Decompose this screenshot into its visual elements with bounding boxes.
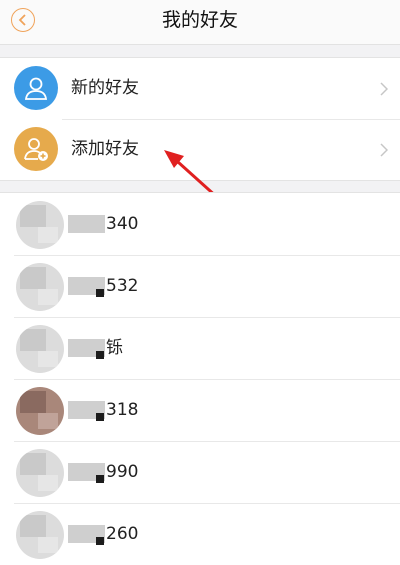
friend-row[interactable]: 990 — [0, 441, 400, 503]
redacted-name — [68, 215, 105, 233]
friend-name: 铄 — [106, 338, 123, 358]
new-friends-row[interactable]: 新的好友 — [0, 58, 400, 119]
user-icon — [14, 66, 58, 110]
friend-row[interactable]: 532 — [0, 255, 400, 317]
avatar — [16, 201, 64, 249]
add-friend-row[interactable]: 添加好友 — [0, 119, 400, 180]
friend-name: 532 — [106, 276, 139, 296]
friend-name: 260 — [106, 524, 139, 544]
friend-row[interactable]: 318 — [0, 379, 400, 441]
friend-row[interactable]: 铄 — [0, 317, 400, 379]
redacted-mark — [96, 475, 104, 483]
friend-row[interactable]: 260 — [0, 503, 400, 565]
redacted-mark — [96, 413, 104, 421]
friend-name: 990 — [106, 462, 139, 482]
top-bar: 我的好友 — [0, 0, 400, 45]
friend-name: 340 — [106, 214, 139, 234]
page-title: 我的好友 — [161, 9, 238, 31]
friend-row[interactable]: 340 — [0, 193, 400, 255]
redacted-mark — [96, 537, 104, 545]
chevron-right-icon — [380, 143, 388, 157]
avatar — [16, 511, 64, 559]
avatar — [16, 263, 64, 311]
chevron-right-icon — [380, 82, 388, 96]
redacted-mark — [96, 289, 104, 297]
menu-group: 新的好友 添加好友 — [0, 57, 400, 181]
friend-list: 340 532 铄 318 990 260 — [0, 192, 400, 565]
avatar — [16, 387, 64, 435]
new-friends-label: 新的好友 — [71, 78, 139, 98]
add-friend-label: 添加好友 — [71, 139, 139, 159]
avatar — [16, 325, 64, 373]
avatar — [16, 449, 64, 497]
add-user-icon — [14, 127, 58, 171]
friend-name: 318 — [106, 400, 139, 420]
redacted-mark — [96, 351, 104, 359]
